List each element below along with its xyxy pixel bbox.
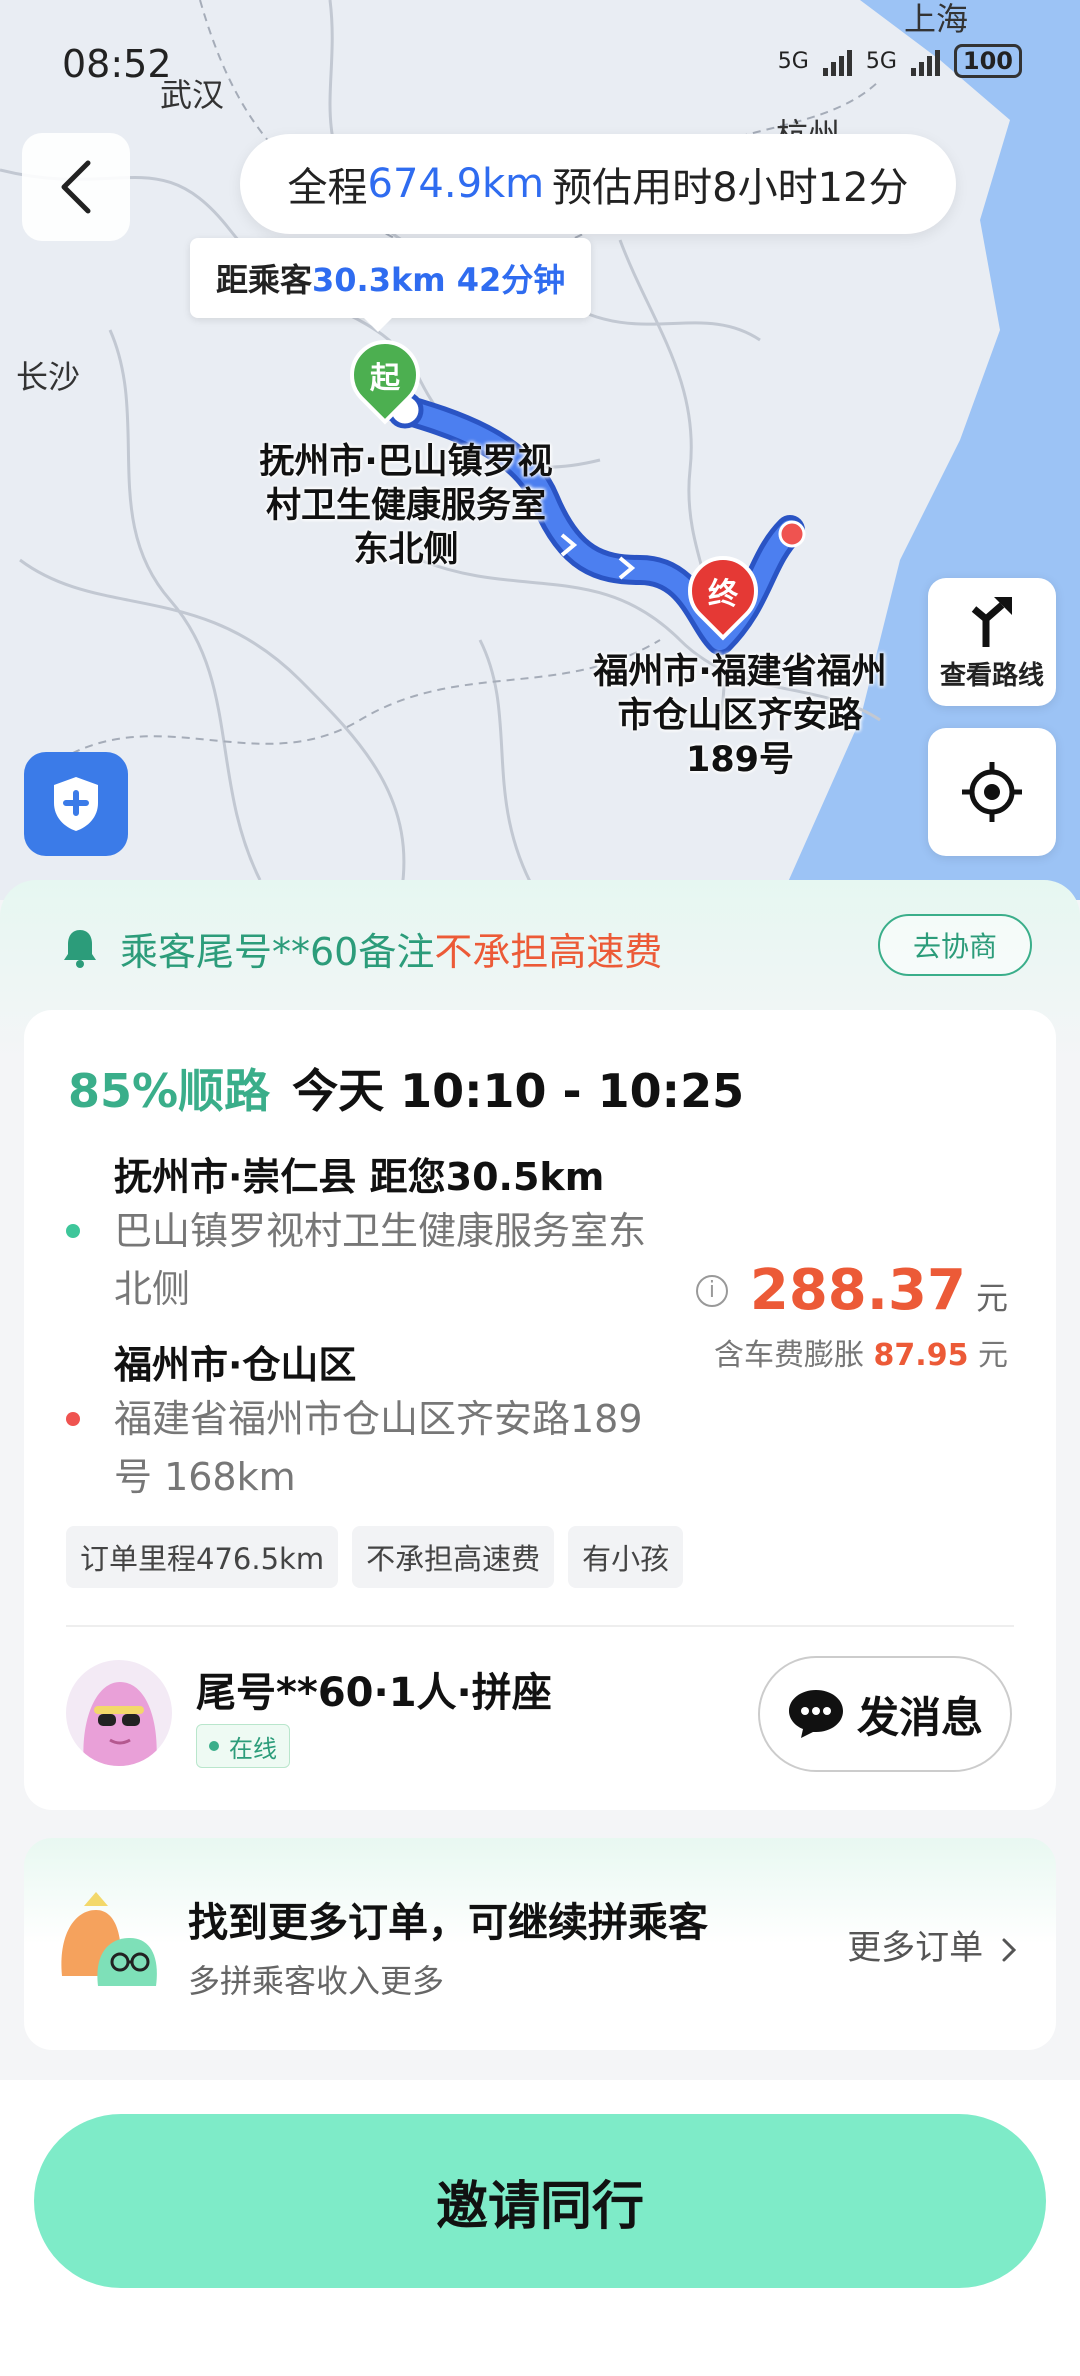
shield-icon — [54, 777, 98, 831]
map-city-wuhan: 武汉 — [160, 76, 225, 114]
route-map[interactable]: 08:52 5G 5G 100 武汉 长沙 上海 杭州 全程 674.9km 预… — [0, 0, 1080, 900]
battery-icon: 100 — [953, 44, 1022, 78]
send-message-label: 发消息 — [856, 1692, 983, 1742]
tag-no-toll: 不承担高速费 — [352, 1526, 555, 1588]
chevron-left-icon — [61, 160, 91, 214]
dropoff-title: 福州市·仓山区 — [114, 1343, 357, 1387]
status-time: 08:52 — [62, 42, 172, 86]
order-header: 85%顺路 今天 10:10 - 10:25 — [68, 1055, 744, 1121]
surge-label: 含车费膨胀 — [714, 1338, 864, 1373]
end-marker-label: 终 — [708, 577, 738, 612]
passenger-avatar[interactable] — [66, 1660, 172, 1766]
fare-surge: 含车费膨胀 87.95 元 — [714, 1330, 1008, 1374]
order-tags: 订单里程476.5km 不承担高速费 有小孩 — [66, 1526, 684, 1588]
locate-button[interactable] — [928, 728, 1056, 856]
price-unit: 元 — [975, 1279, 1008, 1317]
info-icon[interactable]: i — [695, 1274, 728, 1307]
online-status: 在线 — [229, 1734, 277, 1763]
dropoff-dot — [66, 1412, 80, 1426]
negotiate-button[interactable]: 去协商 — [878, 914, 1032, 976]
surge-unit: 元 — [978, 1338, 1008, 1373]
trip-summary: 全程 674.9km 预估用时8小时12分 — [240, 134, 956, 234]
map-city-changsha: 长沙 — [16, 358, 81, 396]
route-turn-icon — [971, 596, 1012, 647]
signal-icon — [910, 46, 940, 76]
locate-icon — [962, 762, 1022, 822]
more-orders-illustration — [54, 1886, 164, 1996]
pickup-title: 抚州市·崇仁县 距您30.5km — [114, 1155, 605, 1199]
order-price: 288.37 — [749, 1258, 966, 1323]
pickup-distance-tip: 距乘客 30.3km 42分钟 — [190, 238, 592, 332]
carpool-mascot-icon — [61, 1892, 157, 1986]
passenger-name: 尾号**60·1人·拼座 — [196, 1670, 552, 1716]
route-match-percent: 85%顺路 — [68, 1064, 271, 1118]
pickup-distance-value: 30.3km 42分钟 — [312, 261, 566, 299]
notice-text-prefix: 乘客尾号**60备注 — [120, 929, 435, 974]
invite-button[interactable]: 邀请同行 — [34, 2114, 1046, 2288]
notice-text: 乘客尾号**60备注不承担高速费 — [120, 921, 662, 976]
chevron-right-icon — [1002, 1938, 1017, 1961]
trip-distance: 674.9km — [367, 161, 545, 207]
trip-eta: 预估用时8小时12分 — [552, 165, 909, 211]
tag-distance: 订单里程476.5km — [66, 1526, 339, 1588]
signal-icon — [822, 46, 852, 76]
trip-prefix: 全程 — [287, 165, 368, 211]
pickup-dot — [66, 1224, 80, 1238]
view-route-label: 查看路线 — [939, 660, 1044, 691]
price-row[interactable]: i 288.37 元 — [695, 1258, 1008, 1323]
chat-bubble-icon — [788, 1690, 843, 1738]
view-route-button[interactable]: 查看路线 — [928, 578, 1056, 706]
more-orders-link[interactable]: 更多订单 — [847, 1920, 1018, 1969]
network-label-2: 5G — [865, 48, 897, 74]
tag-child: 有小孩 — [568, 1526, 684, 1588]
notice-warning: 不承担高速费 — [434, 929, 663, 974]
more-orders-subtitle: 多拼乘客收入更多 — [188, 1962, 445, 2000]
start-location-label: 抚州市·巴山镇罗视村卫生健康服务室东北侧 — [259, 442, 553, 570]
status-icons: 5G 5G 100 — [778, 44, 1022, 78]
bell-icon — [64, 930, 96, 968]
more-orders-link-label: 更多订单 — [847, 1928, 984, 1968]
divider — [66, 1625, 1014, 1627]
more-orders-title: 找到更多订单，可继续拼乘客 — [188, 1900, 708, 1946]
online-badge: 在线 — [196, 1724, 290, 1768]
start-marker-label: 起 — [370, 361, 400, 396]
map-city-shanghai: 上海 — [904, 0, 969, 38]
safety-button[interactable] — [24, 752, 128, 856]
end-location-label: 福州市·福建省福州市仓山区齐安路189号 — [593, 652, 887, 780]
network-label-1: 5G — [777, 48, 809, 74]
order-time: 今天 10:10 - 10:25 — [292, 1064, 745, 1118]
pickup-distance-prefix: 距乘客 — [216, 261, 313, 299]
send-message-button[interactable]: 发消息 — [758, 1656, 1012, 1772]
surge-amount: 87.95 — [873, 1338, 969, 1373]
online-dot — [209, 1741, 219, 1751]
avatar-illustration — [83, 1682, 157, 1766]
back-button[interactable] — [22, 133, 130, 241]
dropoff-address: 福建省福州市仓山区齐安路189号 168km — [114, 1397, 643, 1499]
pickup-address: 巴山镇罗视村卫生健康服务室东北侧 — [114, 1209, 647, 1311]
